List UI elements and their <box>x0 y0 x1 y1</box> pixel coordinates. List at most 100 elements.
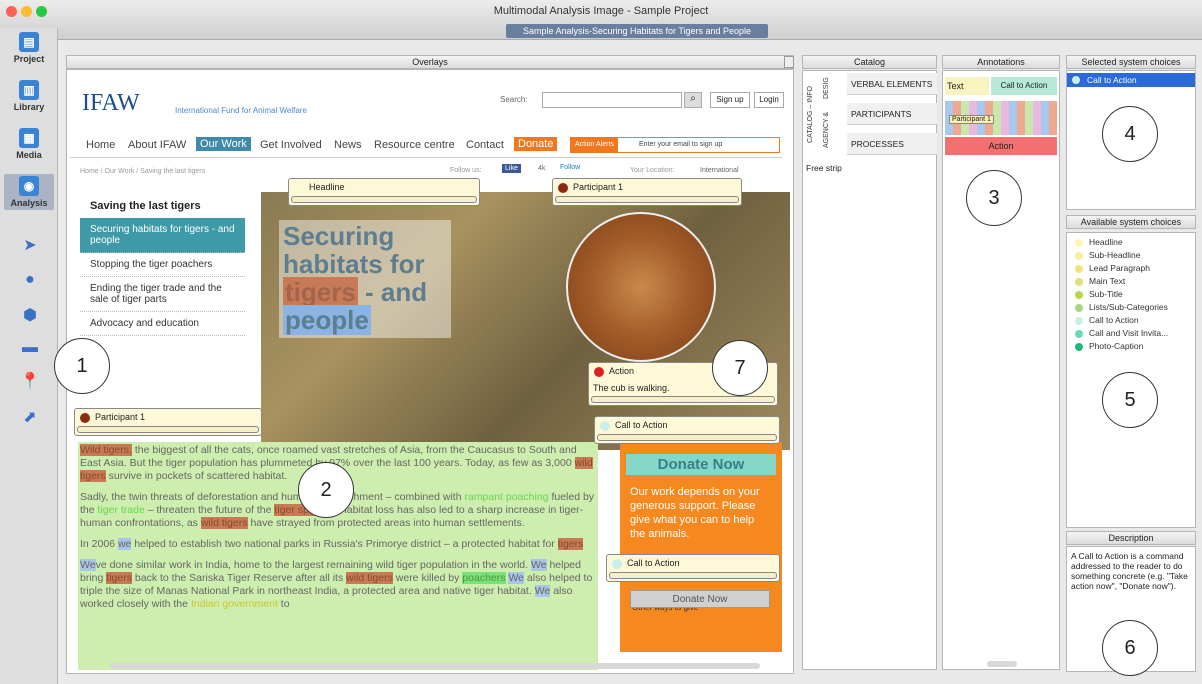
nav-news[interactable]: News <box>334 139 362 151</box>
paragraph-text: survive in pockets of scattered habitat. <box>108 470 288 482</box>
paragraph-text: ve done similar work in India, home to t… <box>95 559 529 571</box>
catalog-header: Catalog <box>802 55 937 69</box>
catalog-info-tab[interactable]: CATALOG – INFO <box>807 75 819 155</box>
twitter-follow-button[interactable]: Follow <box>560 164 580 171</box>
nav-home[interactable]: Home <box>86 139 115 151</box>
available-choice-item[interactable]: Call and Visit Invita... <box>1075 328 1168 338</box>
choice-color-dot <box>1075 329 1083 338</box>
paragraph-text: to <box>280 598 290 610</box>
tag-label: Call to Action <box>615 420 668 430</box>
project-icon: ▤ <box>19 32 39 52</box>
catalog-row[interactable]: VERBAL ELEMENTS <box>847 73 937 95</box>
side-menu: Saving the last tigers Securing habitats… <box>80 194 245 336</box>
hero-line: Securing <box>283 221 395 251</box>
agent-highlight: We <box>530 559 547 571</box>
polygon-tool-icon[interactable]: ⬢ <box>20 306 40 326</box>
side-menu-item[interactable]: Stopping the tiger poachers <box>80 253 245 277</box>
available-choice-item[interactable]: Sub-Headline <box>1075 250 1141 260</box>
analysis-tool[interactable]: ◉ Analysis <box>4 174 54 210</box>
library-tool[interactable]: ▥ Library <box>4 80 54 112</box>
available-choice-item[interactable]: Lead Paragraph <box>1075 263 1150 273</box>
cta-dot-icon <box>612 559 622 569</box>
action-text: The cub is walking. <box>593 383 670 393</box>
like-count: 4k <box>538 165 546 172</box>
pin-tool-icon[interactable]: 📍 <box>20 372 40 392</box>
free-strip-label[interactable]: Free strip <box>806 163 842 173</box>
donate-now-button[interactable]: Donate Now <box>630 590 770 608</box>
annotation-text-label[interactable]: Text <box>945 77 989 95</box>
media-icon: ▦ <box>19 128 39 148</box>
available-choice-item[interactable]: Call to Action <box>1075 315 1139 325</box>
agent-highlight: We <box>534 585 551 597</box>
annotation-cta-strip[interactable]: Call to Action <box>991 77 1057 95</box>
hero-line: - and <box>357 277 428 307</box>
agent-highlight: We <box>80 559 96 571</box>
arrow-tool-icon[interactable]: ⬈ <box>20 408 40 428</box>
annotations-panel: Text Call to Action Participant 1 Action <box>942 70 1060 670</box>
search-icon[interactable]: ⌕ <box>684 92 702 108</box>
annotation-participant-strip[interactable]: Participant 1 <box>949 115 994 124</box>
hero-people-highlight: people <box>283 305 371 335</box>
library-icon: ▥ <box>19 80 39 100</box>
catalog-panel: CATALOG – INFO DESIG AGENCY & VERBAL ELE… <box>802 70 937 670</box>
analysis-tab[interactable]: Sample Analysis-Securing Habitats for Ti… <box>506 24 768 38</box>
cta-tag[interactable]: Call to Action <box>606 554 780 582</box>
available-choice-item[interactable]: Main Text <box>1075 276 1125 286</box>
site-search-input[interactable] <box>542 92 682 108</box>
catalog-row[interactable]: PROCESSES <box>847 133 937 155</box>
rectangle-tool-icon[interactable]: ▬ <box>20 338 40 358</box>
annotation-action-strip[interactable]: Action <box>945 137 1057 155</box>
nav-our-work[interactable]: Our Work <box>196 137 251 151</box>
pointer-tool-icon[interactable]: ➤ <box>20 236 40 256</box>
available-choice-item[interactable]: Headline <box>1075 237 1123 247</box>
media-label: Media <box>16 150 42 160</box>
nav-get-involved[interactable]: Get Involved <box>260 139 322 151</box>
side-menu-item[interactable]: Advocacy and education <box>80 312 245 336</box>
available-choice-item[interactable]: Photo-Caption <box>1075 341 1143 351</box>
catalog-row[interactable]: PARTICIPANTS <box>847 103 937 125</box>
headline-tag[interactable]: Headline <box>288 178 480 206</box>
library-label: Library <box>13 102 45 112</box>
facebook-like-button[interactable]: Like <box>502 164 521 173</box>
tag-label: Participant 1 <box>95 412 146 422</box>
annotations-scrollbar[interactable] <box>987 661 1017 667</box>
participant-tag[interactable]: Participant 1 <box>552 178 742 206</box>
callout-5: 5 <box>1102 372 1158 428</box>
hero-tigers-highlight: tigers <box>283 277 358 307</box>
project-label: Project <box>13 54 45 64</box>
choice-color-dot <box>1075 251 1083 260</box>
available-choice-item[interactable]: Sub-Title <box>1075 289 1123 299</box>
tiger-cub-overlay-circle[interactable] <box>566 212 716 362</box>
choice-color-dot <box>1075 316 1083 325</box>
project-tool[interactable]: ▤ Project <box>4 32 54 64</box>
available-choice-item[interactable]: Lists/Sub-Categories <box>1075 302 1168 312</box>
side-menu-item[interactable]: Ending the tiger trade and the sale of t… <box>80 277 245 312</box>
design-tab[interactable]: DESIG <box>823 75 835 101</box>
agency-tab[interactable]: AGENCY & <box>823 105 835 155</box>
nav-about[interactable]: About IFAW <box>128 139 186 151</box>
cta-dot-icon <box>600 421 610 431</box>
donate-heading: Donate Now <box>626 454 776 475</box>
participant-tag[interactable]: Participant 1 <box>74 408 262 436</box>
nav-contact[interactable]: Contact <box>466 139 504 151</box>
side-menu-item[interactable]: Securing habitats for tigers - and peopl… <box>80 218 245 253</box>
signup-button[interactable]: Sign up <box>710 92 750 108</box>
callout-2: 2 <box>298 462 354 518</box>
cta-tag[interactable]: Call to Action <box>594 416 780 444</box>
participant-dot-icon <box>558 183 568 193</box>
action-alerts-input[interactable]: Enter your email to sign up <box>639 138 722 152</box>
media-tool[interactable]: ▦ Media <box>4 128 54 160</box>
nav-donate[interactable]: Donate <box>514 137 558 151</box>
login-button[interactable]: Login <box>754 92 784 108</box>
paragraph-text: back to the Sariska Tiger Reserve after … <box>134 572 344 584</box>
choice-color-dot <box>1075 238 1083 247</box>
expand-overlays-icon[interactable] <box>784 56 794 68</box>
search-label: Search: <box>500 95 528 104</box>
paragraph-text: helped to establish two national parks i… <box>134 538 555 550</box>
nav-resource-centre[interactable]: Resource centre <box>374 139 455 151</box>
selected-choice-item[interactable]: Call to Action <box>1067 73 1195 87</box>
ellipse-tool-icon[interactable]: ● <box>20 270 40 290</box>
overlays-horizontal-scrollbar[interactable] <box>110 663 760 669</box>
location-value[interactable]: International <box>700 167 739 174</box>
choice-color-dot <box>1075 290 1083 299</box>
